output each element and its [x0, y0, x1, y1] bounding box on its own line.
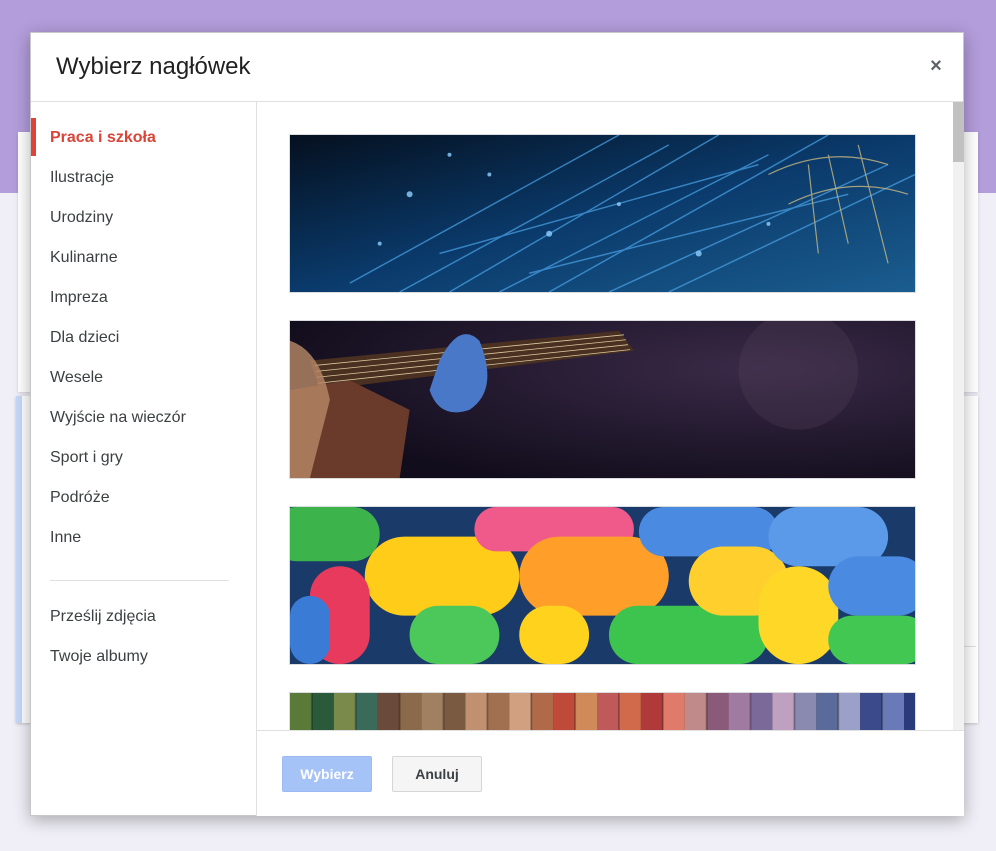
your-albums-link[interactable]: Twoje albumy	[31, 637, 256, 677]
dialog-footer: Wybierz Anuluj	[257, 730, 964, 816]
gallery-scrollbar[interactable]	[953, 102, 964, 730]
sidebar-item-ilustracje[interactable]: Ilustracje	[31, 158, 256, 198]
header-option-guitar[interactable]	[289, 320, 916, 479]
sidebar-item-dla-dzieci[interactable]: Dla dzieci	[31, 318, 256, 358]
sidebar-item-impreza[interactable]: Impreza	[31, 278, 256, 318]
cancel-button[interactable]: Anuluj	[392, 756, 482, 792]
choose-header-dialog: Wybierz nagłówek × Praca i szkoła Ilustr…	[30, 32, 964, 816]
scrollbar-thumb[interactable]	[953, 102, 964, 162]
yarn-image	[290, 693, 915, 730]
background-card-accent	[16, 396, 22, 723]
dialog-header: Wybierz nagłówek ×	[31, 33, 963, 102]
sidebar-item-sport-i-gry[interactable]: Sport i gry	[31, 438, 256, 478]
sidebar-item-podroze[interactable]: Podróże	[31, 478, 256, 518]
header-option-fiber-optics[interactable]	[289, 134, 916, 293]
header-option-candy[interactable]	[289, 506, 916, 665]
select-button[interactable]: Wybierz	[282, 756, 372, 792]
sidebar-item-inne[interactable]: Inne	[31, 518, 256, 558]
header-option-yarn[interactable]	[289, 692, 916, 730]
dialog-title: Wybierz nagłówek	[56, 53, 251, 80]
sidebar-item-praca-i-szkola[interactable]: Praca i szkoła	[31, 118, 256, 158]
sidebar-divider	[50, 580, 229, 581]
sidebar-item-wyjscie-na-wieczor[interactable]: Wyjście na wieczór	[31, 398, 256, 438]
header-gallery	[257, 102, 964, 730]
upload-photos-link[interactable]: Prześlij zdjęcia	[31, 597, 256, 637]
category-sidebar: Praca i szkoła Ilustracje Urodziny Kulin…	[31, 102, 257, 816]
sidebar-item-kulinarne[interactable]: Kulinarne	[31, 238, 256, 278]
fiber-optics-image	[290, 135, 915, 292]
guitar-image	[290, 321, 915, 478]
candy-image	[290, 507, 915, 664]
close-icon[interactable]: ×	[925, 55, 947, 77]
category-list: Praca i szkoła Ilustracje Urodziny Kulin…	[31, 102, 256, 558]
sidebar-item-wesele[interactable]: Wesele	[31, 358, 256, 398]
sidebar-item-urodziny[interactable]: Urodziny	[31, 198, 256, 238]
